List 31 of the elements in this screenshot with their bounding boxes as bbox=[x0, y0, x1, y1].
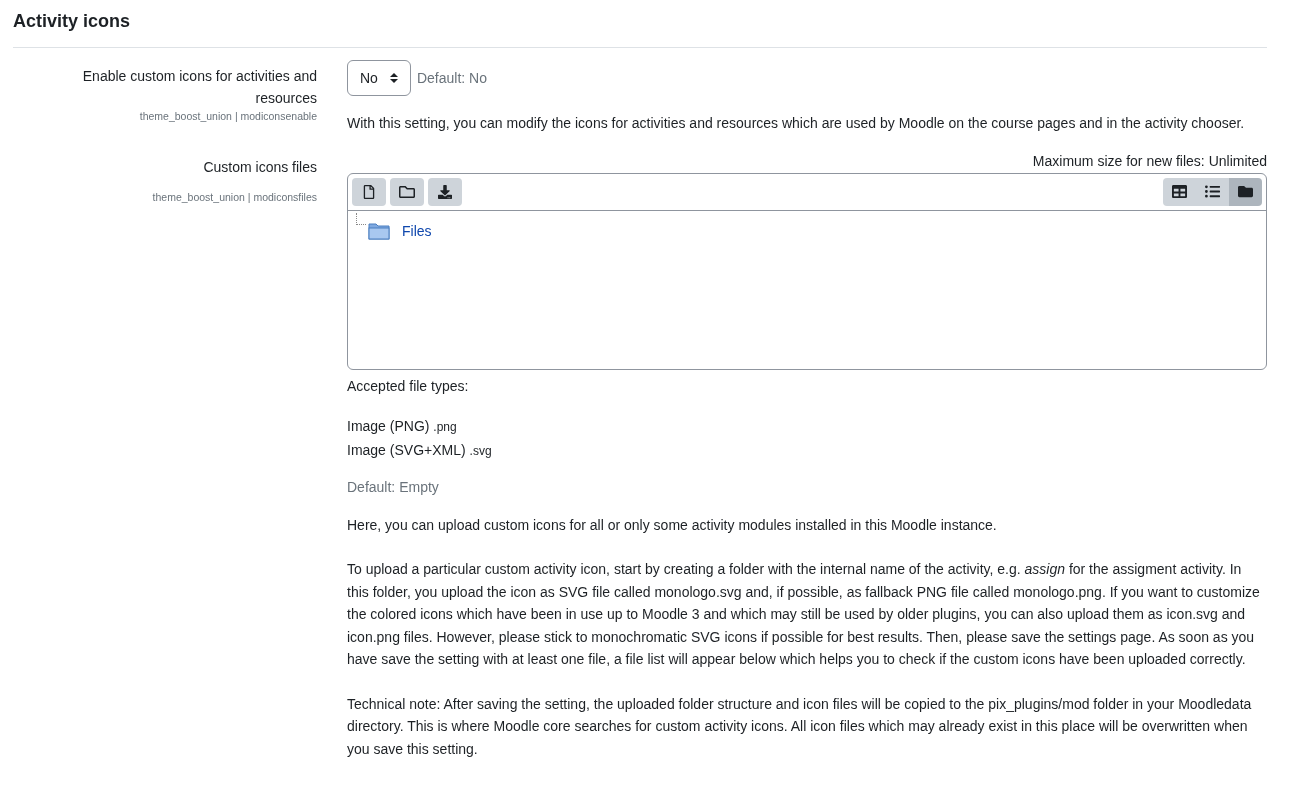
add-file-button[interactable] bbox=[352, 177, 386, 206]
file-type-text: Image (SVG+XML) .svg bbox=[347, 440, 493, 460]
grid-view-icon bbox=[1172, 184, 1187, 199]
view-toggle-button[interactable] bbox=[1196, 177, 1229, 206]
download-icon bbox=[438, 184, 452, 199]
file-icon bbox=[362, 184, 376, 199]
folder-link[interactable]: Files bbox=[402, 220, 432, 242]
setting-label: Custom icons files bbox=[203, 157, 317, 177]
description-text: Here, you can upload custom icons for all or only some activity modules installed in this Moodle instance. bbox=[347, 515, 998, 535]
section-heading: Activity icons bbox=[13, 8, 1267, 48]
default-value: Default: No bbox=[416, 68, 487, 88]
description-text: Technical note: After saving the setting, the uploaded folder structure and icon files will be copied to the pix_plugins/mod folder in your Moodledata directory. This is where Moodle core searches for custom activity icons. All icon files which may already exist in this place will be overwritten when you save this setting. bbox=[347, 694, 1253, 759]
list-view-icon bbox=[1205, 184, 1220, 199]
folder-view-icon bbox=[1238, 184, 1253, 199]
setting-identifier: theme_boost_union | modiconsfiles bbox=[152, 189, 317, 205]
description-text: To upload a particular custom activity icon, start by creating a folder with the internal name of the activity, e.g. assign for the assigment activity. In this folder, you upload the icon as SVG file called monologo.svg and, if possible, as fallback PNG file called monologo.png. If you want to customize the colored icons which have been in use up to Moodle 3 and which may still be used by older plugins, you can also upload them as icon.svg and icon.png files. However, please stick to monochromatic SVG icons if possible for best results. Then, please save the settings page. As soon as you have save the setting with at least one file, a file list will appear below which helps you to check if the custom icons have been uploaded correctly. bbox=[347, 560, 1261, 669]
download-button[interactable] bbox=[428, 177, 462, 206]
max-size-text: Maximum size for new files: Unlimited bbox=[1032, 151, 1267, 171]
setting-identifier: theme_boost_union | modiconsenable bbox=[139, 109, 317, 124]
accepted-types-title: Accepted file types: bbox=[347, 376, 470, 396]
select-dropdown[interactable]: No bbox=[347, 60, 411, 96]
setting-label: Enable custom icons for activities and resources bbox=[81, 67, 317, 108]
default-value: Default: Empty bbox=[347, 477, 440, 497]
sort-caret-icon bbox=[389, 73, 398, 83]
file-type-text: Image (PNG) .png bbox=[347, 416, 458, 436]
view-toggle-button[interactable] bbox=[1163, 177, 1196, 206]
view-toggle-button[interactable] bbox=[1229, 177, 1262, 206]
folder-icon bbox=[368, 222, 390, 240]
create-folder-button[interactable] bbox=[390, 177, 424, 206]
description-text: With this setting, you can modify the icons for activities and resources which are used by Moodle on the course pages and in the activity chooser. bbox=[347, 114, 1246, 133]
folder-icon bbox=[399, 183, 415, 200]
